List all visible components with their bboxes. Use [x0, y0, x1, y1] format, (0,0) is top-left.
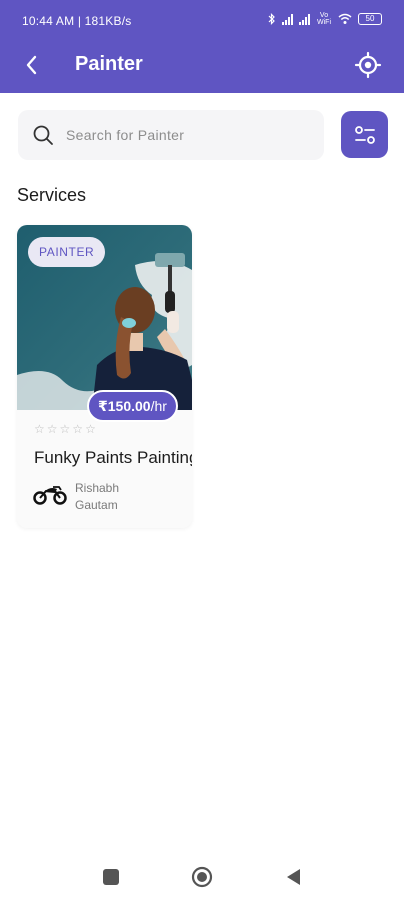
page-title: Painter	[75, 53, 143, 75]
section-title: Services	[17, 185, 87, 205]
current-location-button[interactable]	[353, 50, 383, 80]
recents-button[interactable]	[103, 869, 119, 885]
gps-target-icon	[354, 51, 382, 79]
service-title: Funky Paints Painting	[34, 448, 192, 467]
price-badge: ₹150.00 /hr	[87, 390, 178, 422]
app-header: 10:44 AM | 181KB/s Vo WiFi 50 Painter	[0, 0, 404, 93]
filter-button[interactable]	[341, 111, 388, 158]
rating-stars: ☆ ☆ ☆ ☆ ☆	[34, 422, 96, 436]
status-icons: Vo WiFi 50	[268, 12, 382, 26]
price-unit: /hr	[150, 398, 167, 414]
status-bar: 10:44 AM | 181KB/s Vo WiFi 50	[0, 0, 404, 40]
star-icon: ☆	[46, 422, 58, 436]
price-amount: ₹150.00	[98, 397, 151, 414]
motorbike-icon	[33, 486, 67, 505]
service-image: PAINTER	[17, 225, 192, 410]
bluetooth-icon	[268, 13, 275, 25]
star-icon: ☆	[34, 422, 45, 436]
star-icon: ☆	[72, 422, 84, 436]
battery-icon: 50	[358, 13, 382, 25]
category-chip: PAINTER	[28, 237, 106, 267]
signal-icon	[282, 13, 293, 25]
search-bar[interactable]	[18, 110, 324, 160]
system-nav-bar	[0, 848, 404, 900]
status-time: 10:44 AM | 181KB/s	[22, 14, 132, 28]
back-button[interactable]	[18, 52, 44, 78]
search-icon	[33, 125, 53, 145]
chevron-left-icon	[26, 55, 37, 75]
service-card[interactable]: PAINTER ₹150.00 /hr ☆ ☆ ☆ ☆ ☆ Funky Pain…	[17, 225, 192, 528]
provider-name: Rishabh Gautam	[75, 481, 120, 512]
home-button[interactable]	[190, 865, 214, 889]
sliders-icon	[354, 125, 375, 144]
vowifi-label: Vo WiFi	[317, 12, 331, 26]
signal-icon-2	[299, 13, 310, 25]
wifi-icon	[338, 13, 352, 24]
system-back-button[interactable]	[284, 867, 302, 887]
search-input[interactable]	[66, 120, 316, 150]
star-icon: ☆	[85, 422, 96, 436]
star-icon: ☆	[59, 422, 71, 436]
